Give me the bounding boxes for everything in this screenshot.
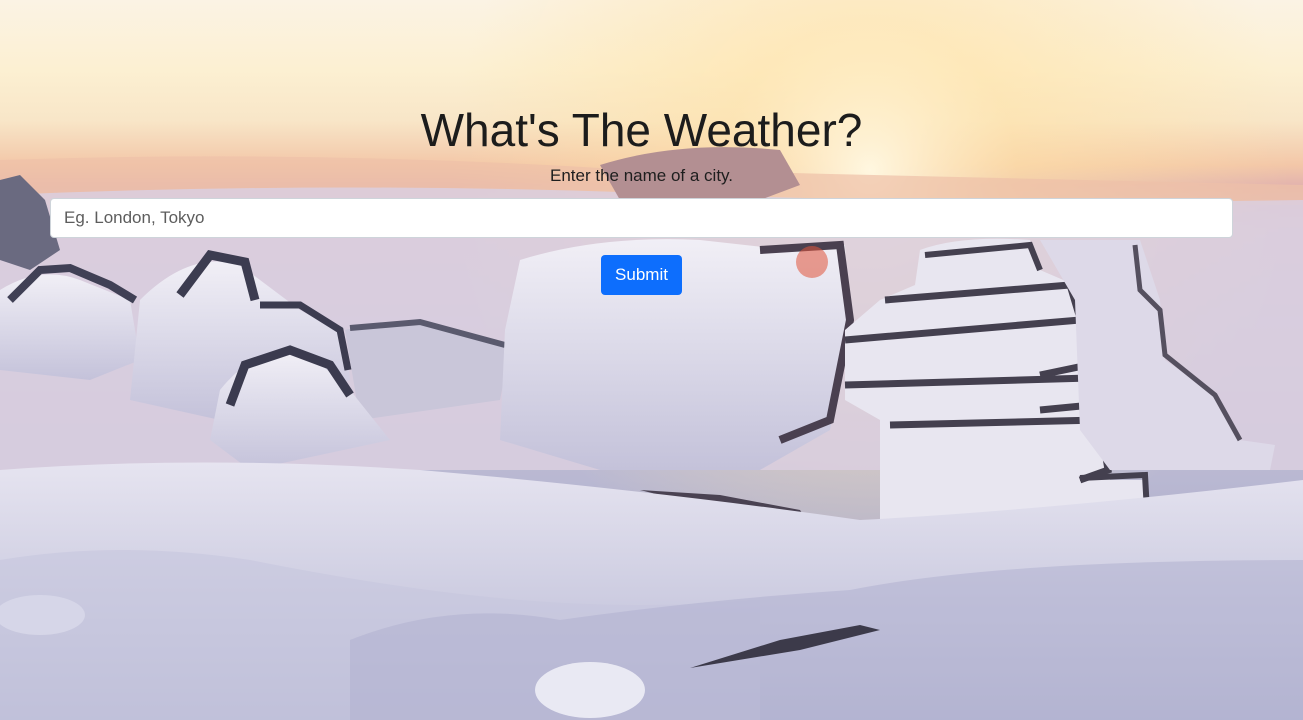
page-subtitle: Enter the name of a city. [550, 166, 733, 185]
city-search-input[interactable] [50, 198, 1233, 238]
weather-page: What's The Weather? Enter the name of a … [0, 0, 1303, 720]
submit-button[interactable]: Submit [601, 255, 682, 295]
page-title: What's The Weather? [420, 104, 863, 156]
